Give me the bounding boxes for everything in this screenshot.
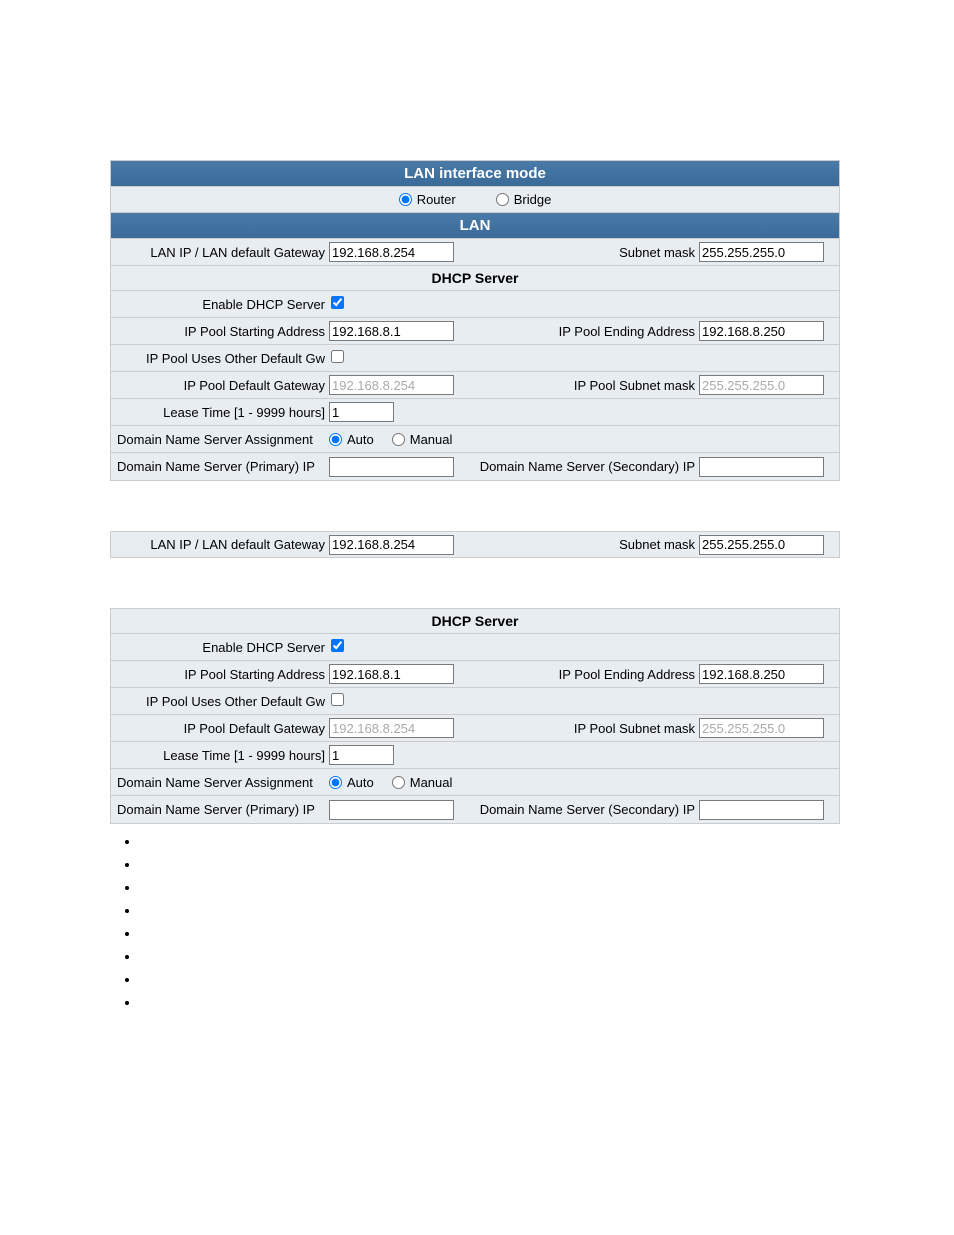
dns-secondary-label-2: Domain Name Server (Secondary) IP	[469, 802, 699, 817]
pool-gw-label: IP Pool Default Gateway	[111, 378, 329, 393]
dns-primary-input-2[interactable]	[329, 800, 454, 820]
ip-pool-range-row-2: IP Pool Starting Address IP Pool Ending …	[111, 661, 839, 688]
dns-assign-row: Domain Name Server Assignment Auto Manua…	[111, 426, 839, 453]
pool-gw-label-2: IP Pool Default Gateway	[111, 721, 329, 736]
pool-start-label-2: IP Pool Starting Address	[111, 667, 329, 682]
router-radio-label[interactable]: Router	[399, 192, 456, 207]
lease-time-input[interactable]	[329, 402, 394, 422]
lan-ip-label: LAN IP / LAN default Gateway	[111, 245, 329, 260]
pool-gw-input[interactable]	[329, 375, 454, 395]
dns-primary-label: Domain Name Server (Primary) IP	[115, 459, 329, 474]
uses-other-gw-row: IP Pool Uses Other Default Gw	[111, 345, 839, 372]
dns-auto-text: Auto	[347, 432, 374, 447]
lan-ip-row: LAN IP / LAN default Gateway Subnet mask	[111, 239, 839, 266]
uses-other-gw-checkbox[interactable]	[331, 350, 344, 363]
dns-assign-label: Domain Name Server Assignment	[115, 432, 329, 447]
lan-header: LAN	[111, 213, 839, 239]
pool-end-input[interactable]	[699, 321, 824, 341]
lan-ip-label-2: LAN IP / LAN default Gateway	[111, 537, 329, 552]
pool-end-label-2: IP Pool Ending Address	[469, 667, 699, 682]
subnet-label-2: Subnet mask	[469, 537, 699, 552]
dns-auto-radio-label-2[interactable]: Auto	[329, 775, 374, 790]
lease-time-label: Lease Time [1 - 9999 hours]	[111, 405, 329, 420]
dns-manual-radio-2[interactable]	[392, 776, 405, 789]
dns-assign-row-2: Domain Name Server Assignment Auto Manua…	[111, 769, 839, 796]
dns-secondary-input-2[interactable]	[699, 800, 824, 820]
lease-time-row: Lease Time [1 - 9999 hours]	[111, 399, 839, 426]
pool-gw-row: IP Pool Default Gateway IP Pool Subnet m…	[111, 372, 839, 399]
dhcp-panel-standalone: DHCP Server Enable DHCP Server IP Pool S…	[110, 608, 840, 824]
enable-dhcp-row: Enable DHCP Server	[111, 291, 839, 318]
lan-interface-mode-header: LAN interface mode	[111, 161, 839, 187]
list-item	[140, 995, 844, 1018]
dns-auto-radio[interactable]	[329, 433, 342, 446]
uses-other-gw-label: IP Pool Uses Other Default Gw	[111, 351, 329, 366]
dns-manual-radio-label[interactable]: Manual	[392, 432, 453, 447]
bridge-radio-label[interactable]: Bridge	[496, 192, 552, 207]
enable-dhcp-label-2: Enable DHCP Server	[111, 640, 329, 655]
dns-primary-input[interactable]	[329, 457, 454, 477]
dns-manual-radio-label-2[interactable]: Manual	[392, 775, 453, 790]
dns-ip-row: Domain Name Server (Primary) IP Domain N…	[111, 453, 839, 480]
list-item	[140, 857, 844, 880]
list-item	[140, 972, 844, 995]
uses-other-gw-label-2: IP Pool Uses Other Default Gw	[111, 694, 329, 709]
enable-dhcp-checkbox-2[interactable]	[331, 639, 344, 652]
dns-manual-radio[interactable]	[392, 433, 405, 446]
dhcp-header-2: DHCP Server	[111, 609, 839, 634]
interface-mode-row: Router Bridge	[111, 187, 839, 213]
enable-dhcp-row-2: Enable DHCP Server	[111, 634, 839, 661]
subnet-input[interactable]	[699, 242, 824, 262]
dns-primary-label-2: Domain Name Server (Primary) IP	[115, 802, 329, 817]
bridge-radio[interactable]	[496, 193, 509, 206]
dns-auto-radio-label[interactable]: Auto	[329, 432, 374, 447]
pool-gw-row-2: IP Pool Default Gateway IP Pool Subnet m…	[111, 715, 839, 742]
enable-dhcp-label: Enable DHCP Server	[111, 297, 329, 312]
uses-other-gw-checkbox-2[interactable]	[331, 693, 344, 706]
lan-ip-input[interactable]	[329, 242, 454, 262]
lease-time-input-2[interactable]	[329, 745, 394, 765]
pool-subnet-label: IP Pool Subnet mask	[469, 378, 699, 393]
subnet-label: Subnet mask	[469, 245, 699, 260]
list-item	[140, 949, 844, 972]
pool-end-input-2[interactable]	[699, 664, 824, 684]
bridge-radio-text: Bridge	[514, 192, 552, 207]
lan-config-panel: LAN interface mode Router Bridge LAN LAN…	[110, 160, 840, 481]
pool-start-input-2[interactable]	[329, 664, 454, 684]
pool-subnet-input-2[interactable]	[699, 718, 824, 738]
enable-dhcp-checkbox[interactable]	[331, 296, 344, 309]
pool-end-label: IP Pool Ending Address	[469, 324, 699, 339]
dns-manual-text-2: Manual	[410, 775, 453, 790]
router-radio-text: Router	[417, 192, 456, 207]
dns-manual-text: Manual	[410, 432, 453, 447]
pool-start-label: IP Pool Starting Address	[111, 324, 329, 339]
pool-subnet-label-2: IP Pool Subnet mask	[469, 721, 699, 736]
lan-ip-input-2[interactable]	[329, 535, 454, 555]
dhcp-header: DHCP Server	[111, 266, 839, 291]
dns-ip-row-2: Domain Name Server (Primary) IP Domain N…	[111, 796, 839, 823]
ip-pool-range-row: IP Pool Starting Address IP Pool Ending …	[111, 318, 839, 345]
dns-auto-radio-2[interactable]	[329, 776, 342, 789]
list-item	[140, 926, 844, 949]
dns-assign-label-2: Domain Name Server Assignment	[115, 775, 329, 790]
dns-secondary-input[interactable]	[699, 457, 824, 477]
pool-subnet-input[interactable]	[699, 375, 824, 395]
list-item	[140, 834, 844, 857]
list-item	[140, 880, 844, 903]
list-item	[140, 903, 844, 926]
dns-secondary-label: Domain Name Server (Secondary) IP	[469, 459, 699, 474]
lease-time-label-2: Lease Time [1 - 9999 hours]	[111, 748, 329, 763]
pool-start-input[interactable]	[329, 321, 454, 341]
lease-time-row-2: Lease Time [1 - 9999 hours]	[111, 742, 839, 769]
uses-other-gw-row-2: IP Pool Uses Other Default Gw	[111, 688, 839, 715]
dns-auto-text-2: Auto	[347, 775, 374, 790]
subnet-input-2[interactable]	[699, 535, 824, 555]
router-radio[interactable]	[399, 193, 412, 206]
lan-ip-snippet-row: LAN IP / LAN default Gateway Subnet mask	[110, 531, 840, 558]
bullet-list	[140, 834, 844, 1018]
pool-gw-input-2[interactable]	[329, 718, 454, 738]
